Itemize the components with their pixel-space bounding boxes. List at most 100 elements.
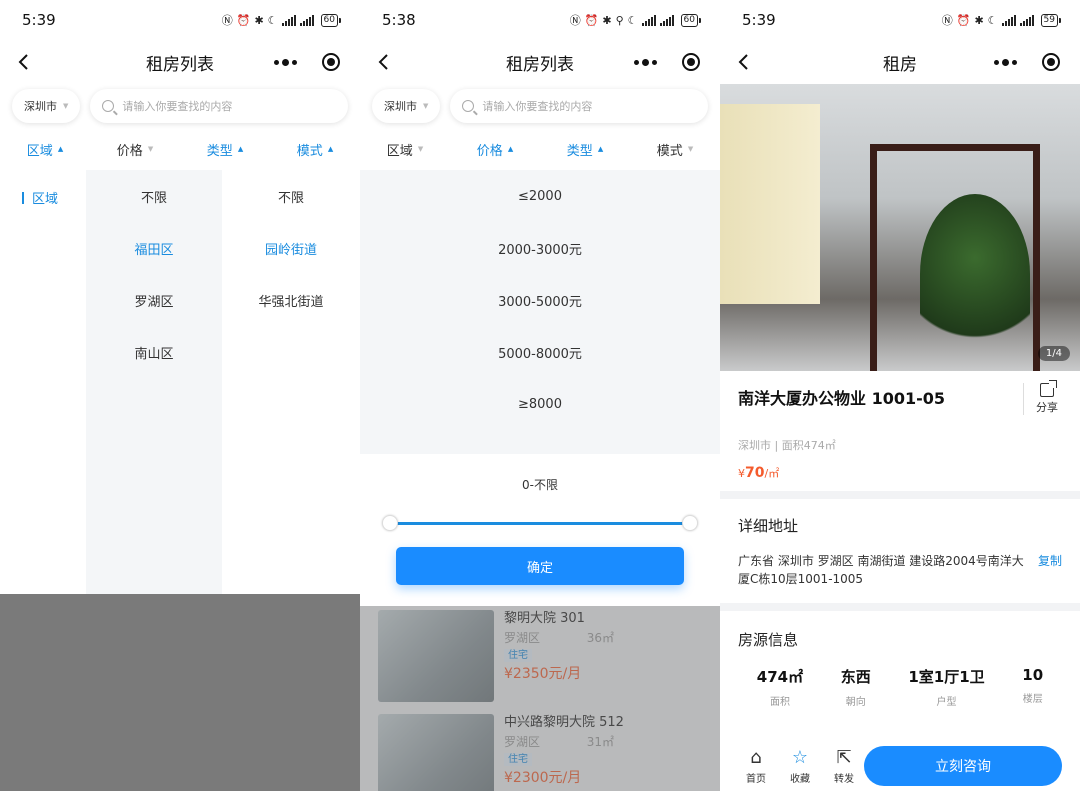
filter-label: 模式 (656, 143, 683, 159)
price-option[interactable]: ≥8000 (360, 378, 720, 430)
status-icons: Ⓝ ⏰ ✱ ⚲ ☾ 60 (570, 12, 702, 28)
slider-min-handle[interactable] (382, 515, 398, 531)
filter-bar: 区域 ▲ 价格 ▼ 类型 ▲ 模式 ▲ (0, 130, 360, 168)
district-option[interactable]: 罗湖区 (86, 274, 222, 326)
caret-up-icon: ▲ (57, 145, 64, 153)
stat-value: 1室1厅1卫 (908, 668, 985, 686)
stat-label: 朝向 (845, 697, 866, 708)
close-target-icon[interactable] (682, 53, 700, 71)
share-icon (1040, 380, 1057, 397)
caret-up-icon: ▲ (597, 145, 604, 153)
tab-favorite[interactable]: ☆ 收藏 (778, 748, 822, 786)
item-label: 区域 (32, 192, 59, 207)
status-time: 5:39 (22, 11, 56, 29)
consult-button[interactable]: 立刻咨询 (864, 746, 1062, 786)
stat-area: 474㎡ 面积 (757, 666, 803, 708)
confirm-button[interactable]: 确定 (396, 547, 684, 585)
signal-icon (1001, 14, 1016, 26)
search-icon (462, 100, 475, 112)
street-option[interactable]: 不限 (222, 170, 360, 222)
property-info-section: 房源信息 474㎡ 面积 东西 朝向 1室1厅1卫 户型 10 楼层 (720, 613, 1080, 743)
photo-wall (720, 104, 820, 304)
price-range-panel: 0-不限 确定 (360, 454, 720, 606)
filter-area[interactable]: 区域 ▼ (387, 140, 423, 159)
signal-icon (281, 14, 296, 26)
city-selector[interactable]: 深圳市 ▼ (372, 89, 440, 123)
city-selector[interactable]: 深圳市 ▼ (12, 89, 80, 123)
district-option[interactable]: 南山区 (86, 326, 222, 378)
property-photo-carousel[interactable]: 1/4 (720, 84, 1080, 371)
price-slider[interactable] (382, 515, 698, 531)
price-option[interactable]: 5000-8000元 (360, 326, 720, 378)
location-icon: ⚲ (615, 13, 624, 27)
search-input[interactable]: 请输入你要查找的内容 (450, 89, 708, 123)
filter-type[interactable]: 类型 ▲ (567, 140, 603, 159)
battery-icon: 60 (680, 13, 702, 27)
search-placeholder: 请输入你要查找的内容 (122, 100, 233, 113)
copy-button[interactable]: 复制 (1038, 552, 1062, 588)
status-time: 5:39 (742, 11, 776, 29)
forward-icon: ⇱ (836, 747, 852, 768)
filter-label: 价格 (476, 143, 503, 159)
back-arrow-icon[interactable] (734, 52, 754, 72)
close-target-icon[interactable] (1042, 53, 1060, 71)
page-title: 租房列表 (506, 54, 574, 75)
price-option[interactable]: ≤2000 (360, 170, 720, 222)
back-arrow-icon[interactable] (374, 52, 394, 72)
stat-value: 10 (1022, 666, 1044, 684)
close-target-icon[interactable] (322, 53, 340, 71)
section-divider (720, 603, 1080, 611)
filter-price[interactable]: 价格 ▼ (117, 140, 153, 159)
filter-price[interactable]: 价格 ▲ (477, 140, 513, 159)
price-option[interactable]: 2000-3000元 (360, 222, 720, 274)
share-button[interactable]: 分享 (1023, 380, 1058, 415)
filter-area[interactable]: 区域 ▲ (27, 140, 63, 159)
street-option[interactable]: 华强北街道 (222, 274, 360, 326)
district-option[interactable]: 不限 (86, 170, 222, 222)
filter-mode[interactable]: 模式 ▲ (297, 140, 333, 159)
filter-mode[interactable]: 模式 ▼ (657, 140, 693, 159)
more-icon[interactable] (634, 58, 657, 66)
slider-max-handle[interactable] (682, 515, 698, 531)
city-label: 深圳市 (384, 100, 417, 113)
stat-value: 东西 (840, 668, 871, 686)
status-bar: 5:39 Ⓝ ⏰ ✱ ☾ 60 (0, 0, 360, 40)
tab-label: 转发 (834, 774, 854, 785)
more-icon[interactable] (274, 58, 297, 66)
slider-track (394, 522, 686, 525)
alarm-icon: ⏰ (584, 13, 599, 27)
search-input[interactable]: 请输入你要查找的内容 (90, 89, 348, 123)
status-bar: 5:39 Ⓝ ⏰ ✱ ☾ 59 (720, 0, 1080, 40)
filter-type[interactable]: 类型 ▲ (207, 140, 243, 159)
tab-forward[interactable]: ⇱ 转发 (822, 747, 866, 786)
nfc-icon: Ⓝ (221, 14, 233, 27)
district-option-selected[interactable]: 福田区 (86, 222, 222, 274)
page-title: 租房 (883, 54, 917, 75)
more-icon[interactable] (994, 58, 1017, 66)
range-value: 0-不限 (522, 478, 558, 492)
tab-home[interactable]: ⌂ 首页 (734, 747, 778, 786)
home-icon: ⌂ (750, 747, 762, 768)
filter-label: 类型 (206, 143, 233, 159)
alarm-icon: ⏰ (236, 13, 251, 27)
stat-label: 户型 (936, 697, 957, 708)
street-option-selected[interactable]: 园岭街道 (222, 222, 360, 274)
selected-indicator (22, 191, 24, 204)
dim-overlay[interactable] (0, 594, 360, 791)
status-bar: 5:38 Ⓝ ⏰ ✱ ⚲ ☾ 60 (360, 0, 720, 40)
bluetooth-icon: ✱ (254, 13, 264, 27)
caret-down-icon: ▼ (147, 145, 154, 153)
screen-price-filter: 5:38 Ⓝ ⏰ ✱ ⚲ ☾ 60 租房列表 深圳市 ▼ 请输入你要查找的内容 区… (360, 0, 720, 791)
caret-up-icon: ▲ (327, 145, 334, 153)
address-text: 广东省 深圳市 罗湖区 南湖街道 建设路2004号南洋大厦C栋10层1001-1… (738, 554, 1024, 586)
address-section: 详细地址 广东省 深圳市 罗湖区 南湖街道 建设路2004号南洋大厦C栋10层1… (720, 499, 1080, 603)
area-level1-item[interactable]: 区域 (0, 188, 86, 207)
dim-overlay[interactable] (360, 606, 720, 791)
nfc-icon: Ⓝ (941, 14, 953, 27)
status-icons: Ⓝ ⏰ ✱ ☾ 59 (941, 12, 1062, 28)
price-option[interactable]: 3000-5000元 (360, 274, 720, 326)
stat-label: 楼层 (1022, 694, 1043, 705)
section-divider (720, 491, 1080, 499)
back-arrow-icon[interactable] (14, 52, 34, 72)
property-name: 南洋大厦办公物业 1001-05 (738, 389, 946, 408)
